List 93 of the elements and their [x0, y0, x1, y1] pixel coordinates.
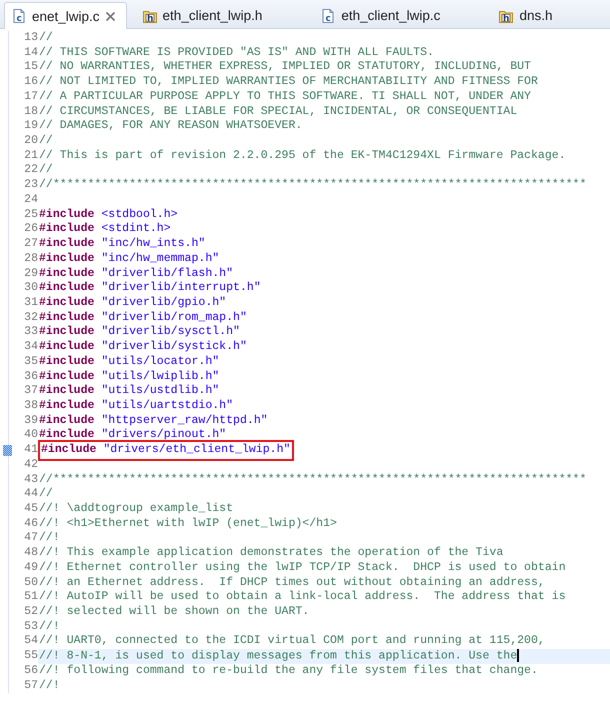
code-line: //! selected will be shown on the UART. [38, 605, 310, 620]
code-line: // [38, 31, 53, 46]
code-line: //! Ethernet controller using the lwIP TCP/IP Stack. DHCP is used to obtain [38, 560, 566, 576]
code-line: #include "utils/lwiplib.h" [38, 370, 220, 384]
code-line: // A PARTICULAR PURPOSE APPLY TO THIS SOFTWARE. TI SHALL NOT, UNDER ANY [38, 90, 531, 105]
code-line: #include "driverlib/flash.h" [38, 266, 234, 282]
file-tab[interactable]: c enet_lwip.c [4, 2, 127, 29]
line-number: 20 [23, 134, 38, 149]
line-number: 39 [23, 414, 38, 428]
code-line: #include "inc/hw_ints.h" [38, 237, 206, 252]
line-number: 27 [23, 237, 38, 252]
line-number: 21 [23, 148, 38, 164]
line-number: 26 [23, 222, 38, 238]
line-number: 30 [23, 281, 38, 296]
code-line: //***************************************************************************** [38, 472, 586, 488]
code-line: // This is part of revision 2.2.0.295 of the EK-TM4C1294XL Firmware Package. [38, 148, 566, 164]
line-number: 45 [23, 502, 38, 517]
file-tab[interactable]: c eth_client_lwip.c [313, 2, 452, 28]
code-line: //! AutoIP will be used to obtain a link-local address. The address that is [38, 590, 566, 606]
line-number: 34 [23, 340, 38, 355]
line-number: 17 [23, 90, 38, 105]
line-number: 13 [23, 31, 38, 46]
code-line: #include "driverlib/interrupt.h" [38, 281, 261, 296]
code-line: //! UART0, connected to the ICDI virtual COM port and running at 115,200, [38, 634, 545, 650]
code-line: //! \addtogroup example_list [38, 502, 234, 517]
code-line: // DAMAGES, FOR ANY REASON WHATSOEVER. [38, 119, 302, 134]
line-number: 35 [23, 354, 38, 370]
line-number: 32 [23, 310, 38, 326]
code-line: //! an Ethernet address. If DHCP times out without obtaining an address, [38, 576, 545, 590]
line-number: 46 [23, 516, 38, 532]
line-number: 19 [23, 119, 38, 134]
line-number: 37 [23, 384, 38, 399]
line-number: 50 [23, 576, 38, 590]
code-line: // THIS SOFTWARE IS PROVIDED "AS IS" AND WITH ALL FAULTS. [38, 46, 434, 60]
code-line: #include "inc/hw_memmap.h" [38, 252, 220, 266]
line-number: 18 [23, 104, 38, 120]
file-icon: c [320, 8, 336, 24]
line-number: 44 [23, 487, 38, 502]
code-line: // CIRCUMSTANCES, BE LIABLE FOR SPECIAL, INCIDENTAL, OR CONSEQUENTIAL [38, 104, 518, 120]
code-line: //! This example application demonstrates the operation of the Tiva [38, 546, 504, 561]
line-number: 33 [23, 325, 38, 340]
code-line: // [38, 163, 53, 178]
line-number: 55 [23, 649, 38, 664]
code-line: #include "driverlib/gpio.h" [38, 296, 226, 311]
code-line: #include "driverlib/rom_map.h" [38, 310, 247, 326]
line-number: 56 [23, 664, 38, 679]
line-number: 28 [23, 252, 38, 266]
code-line: // [38, 134, 53, 149]
line-number: 43 [23, 472, 38, 488]
code-line: // [38, 487, 53, 502]
code-line: //! <h1>Ethernet with lwIP (enet_lwip)</h1> [38, 516, 337, 532]
line-number: 52 [23, 605, 38, 620]
line-number: 42 [23, 458, 38, 473]
line-number: 23 [23, 178, 38, 193]
text-cursor [517, 649, 520, 662]
line-number: 57 [23, 678, 38, 694]
file-tab[interactable]: h dns.h [491, 2, 564, 28]
code-line: #include "httpserver_raw/httpd.h" [38, 414, 268, 428]
code-line: //! [38, 678, 60, 694]
code-line: //! [38, 620, 60, 634]
line-number: 24 [23, 192, 38, 208]
code-line: #include "driverlib/sysctl.h" [38, 325, 240, 340]
line-number: 25 [23, 208, 38, 222]
code-line: #include "utils/locator.h" [38, 354, 220, 370]
line-number: 41 [23, 443, 38, 458]
line-number: 38 [23, 398, 38, 414]
line-number: 36 [23, 370, 38, 384]
line-number: 16 [23, 75, 38, 90]
line-number: 40 [23, 428, 38, 444]
line-number: 31 [23, 296, 38, 311]
code-line: #include "utils/ustdlib.h" [38, 384, 220, 399]
code-line: #include <stdint.h> [38, 222, 171, 238]
code-line: // NO WARRANTIES, WHETHER EXPRESS, IMPLIED OR STATUTORY, INCLUDING, BUT [38, 60, 531, 76]
file-tab[interactable]: h eth_client_lwip.h [134, 2, 274, 28]
line-number: 14 [23, 46, 38, 60]
line-number: 47 [23, 531, 38, 546]
line-number: 54 [23, 634, 38, 650]
code-line: //***************************************************************************** [38, 178, 586, 193]
close-icon[interactable] [104, 10, 116, 22]
line-number: 15 [23, 60, 38, 76]
line-number: 22 [23, 163, 38, 178]
code-line: #include "driverlib/systick.h" [38, 340, 247, 355]
file-icon: c [11, 8, 27, 24]
code-line: //! following command to re-build the any file system files that change. [38, 664, 538, 679]
code-line: #include "utils/uartstdio.h" [38, 398, 234, 414]
code-line: #include <stdbool.h> [38, 208, 178, 222]
line-number: 51 [23, 590, 38, 606]
line-number: 29 [23, 266, 38, 282]
line-number: 49 [23, 560, 38, 576]
line-number: 53 [23, 620, 38, 634]
code-line: // NOT LIMITED TO, IMPLIED WARRANTIES OF MERCHANTABILITY AND FITNESS FOR [38, 75, 538, 90]
line-number: 48 [23, 546, 38, 561]
code-line: //! [38, 531, 60, 546]
